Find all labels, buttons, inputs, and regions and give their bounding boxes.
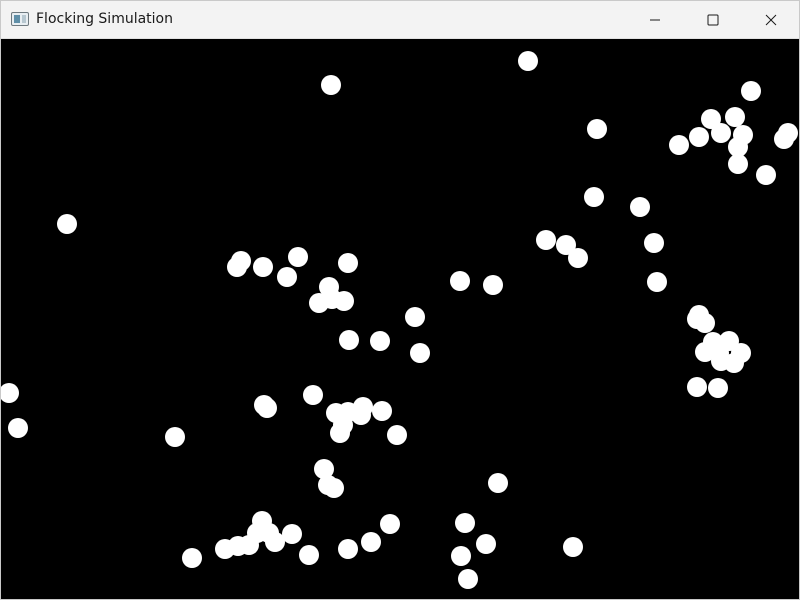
boid <box>370 331 390 351</box>
boid <box>257 398 277 418</box>
boid <box>215 539 235 559</box>
boid <box>630 197 650 217</box>
boids-layer <box>1 51 798 589</box>
title-bar[interactable]: Flocking Simulation <box>1 1 799 39</box>
minimize-icon <box>649 14 661 26</box>
boid <box>455 513 475 533</box>
boid <box>277 267 297 287</box>
boid <box>587 119 607 139</box>
boid <box>725 107 745 127</box>
boid <box>711 123 731 143</box>
boid <box>689 127 709 147</box>
boid <box>321 75 341 95</box>
boid <box>563 537 583 557</box>
boid <box>450 271 470 291</box>
boid <box>410 343 430 363</box>
boid <box>708 378 728 398</box>
boid <box>253 257 273 277</box>
window-title: Flocking Simulation <box>36 11 173 27</box>
boid <box>669 135 689 155</box>
boid <box>8 418 28 438</box>
boid <box>330 423 350 443</box>
boid <box>165 427 185 447</box>
boid <box>1 383 19 403</box>
close-icon <box>765 14 777 26</box>
boid <box>182 548 202 568</box>
boid <box>756 165 776 185</box>
boid <box>647 272 667 292</box>
boid <box>288 247 308 267</box>
boid <box>265 532 285 552</box>
maximize-icon <box>707 14 719 26</box>
boid <box>239 535 259 555</box>
boid <box>334 291 354 311</box>
boid <box>303 385 323 405</box>
boid <box>387 425 407 445</box>
boid <box>709 343 729 363</box>
simulation-canvas[interactable] <box>1 39 799 599</box>
boid <box>728 154 748 174</box>
boid <box>282 524 302 544</box>
boid <box>361 532 381 552</box>
boid <box>57 214 77 234</box>
boid <box>299 545 319 565</box>
maximize-button[interactable] <box>684 1 742 38</box>
app-window: Flocking Simulation <box>0 0 800 600</box>
boid <box>405 307 425 327</box>
boid <box>476 534 496 554</box>
boid <box>372 401 392 421</box>
boid <box>338 539 358 559</box>
minimize-button[interactable] <box>626 1 684 38</box>
boid <box>351 405 371 425</box>
boid <box>339 330 359 350</box>
boid <box>324 478 344 498</box>
boid <box>689 305 709 325</box>
boid <box>488 473 508 493</box>
boid <box>458 569 478 589</box>
app-icon <box>11 12 29 26</box>
boid <box>338 253 358 273</box>
boid <box>227 257 247 277</box>
boid <box>644 233 664 253</box>
close-button[interactable] <box>742 1 799 38</box>
boid <box>741 81 761 101</box>
boid <box>536 230 556 250</box>
boid <box>483 275 503 295</box>
boid <box>584 187 604 207</box>
boid <box>687 377 707 397</box>
boid <box>380 514 400 534</box>
boid <box>518 51 538 71</box>
boid <box>568 248 588 268</box>
boid <box>774 129 794 149</box>
boid <box>451 546 471 566</box>
